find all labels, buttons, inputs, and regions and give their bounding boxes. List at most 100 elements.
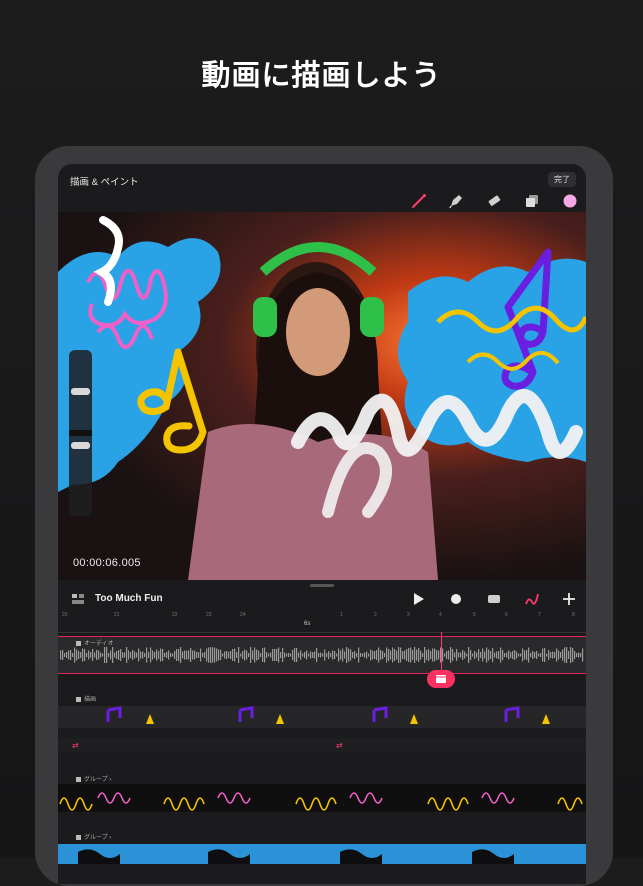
pen-icon[interactable] <box>447 192 465 210</box>
waveform-bar <box>64 653 66 657</box>
waveform-bar <box>418 648 420 662</box>
transition-track[interactable]: ⇄ ⇄ <box>58 738 586 752</box>
opacity-slider-knob[interactable] <box>71 442 90 449</box>
waveform-bar <box>120 649 122 661</box>
waveform-bar <box>526 650 528 660</box>
waveform-bar <box>540 653 542 657</box>
transition-markers: ⇄ ⇄ <box>72 741 343 750</box>
drawing-track[interactable] <box>58 706 586 728</box>
track-checkbox[interactable] <box>76 776 81 782</box>
waveform-bar <box>170 653 172 657</box>
waveform-bar <box>410 647 412 663</box>
layers-icon[interactable] <box>523 192 541 210</box>
waveform-bar <box>488 649 490 661</box>
audio-waveform <box>60 647 584 663</box>
waveform-bar <box>310 651 312 659</box>
waveform-bar <box>558 650 560 660</box>
waveform-bar <box>450 647 452 663</box>
waveform-bar <box>296 648 298 662</box>
color-swatch[interactable] <box>561 192 579 210</box>
waveform-bar <box>538 653 540 657</box>
waveform-bar <box>554 652 556 658</box>
track-checkbox[interactable] <box>76 834 81 840</box>
waveform-bar <box>174 651 176 659</box>
waveform-bar <box>462 650 464 660</box>
add-icon[interactable] <box>561 591 577 607</box>
waveform-bar <box>192 650 194 660</box>
waveform-bar <box>556 648 558 662</box>
waveform-bar <box>136 652 138 658</box>
play-icon[interactable] <box>410 591 426 607</box>
size-slider-knob[interactable] <box>71 388 90 395</box>
waveform-bar <box>72 653 74 657</box>
grid-icon[interactable] <box>70 591 86 607</box>
waveform-bar <box>82 648 84 662</box>
waveform-bar <box>118 650 120 660</box>
waveform-bar <box>300 650 302 660</box>
waveform-bar <box>512 651 514 659</box>
waveform-bar <box>288 653 290 657</box>
waveform-bar <box>280 652 282 658</box>
playhead[interactable] <box>441 632 442 672</box>
waveform-bar <box>260 653 262 657</box>
waveform-bar <box>228 652 230 658</box>
brush-icon[interactable] <box>410 192 428 210</box>
panel-grabber[interactable] <box>310 584 334 587</box>
timeline-ruler[interactable]: 20 21 22 23 24 1 2 3 4 5 6 7 8 6s <box>58 612 586 633</box>
waveform-bar <box>188 650 190 660</box>
waveform-bar <box>326 653 328 657</box>
waveform-bar <box>160 648 162 662</box>
waveform-bar <box>470 650 472 660</box>
waveform-bar <box>150 647 152 663</box>
audio-track[interactable] <box>58 636 586 674</box>
video-canvas[interactable]: 00:00:06.005 <box>58 212 586 580</box>
group-track-2[interactable] <box>58 844 586 864</box>
playhead-handle[interactable] <box>427 670 455 688</box>
record-icon[interactable] <box>448 591 464 607</box>
draw-mode-icon[interactable] <box>524 591 540 607</box>
waveform-bar <box>284 652 286 658</box>
waveform-bar <box>254 647 256 663</box>
waveform-bar <box>232 649 234 661</box>
waveform-bar <box>74 647 76 663</box>
waveform-bar <box>196 652 198 658</box>
waveform-bar <box>98 650 100 660</box>
screen-title: 描画 & ペイント <box>70 177 139 188</box>
waveform-bar <box>122 652 124 658</box>
waveform-bar <box>200 648 202 662</box>
eraser-icon[interactable] <box>485 192 503 210</box>
waveform-bar <box>468 647 470 663</box>
waveform-bar <box>486 647 488 663</box>
track-checkbox[interactable] <box>76 640 81 646</box>
waveform-bar <box>246 650 248 660</box>
waveform-bar <box>116 651 118 659</box>
waveform-bar <box>262 648 264 662</box>
waveform-bar <box>364 652 366 658</box>
group-track-1[interactable] <box>58 784 586 812</box>
waveform-bar <box>102 653 104 657</box>
waveform-bar <box>186 650 188 660</box>
waveform-bar <box>376 650 378 660</box>
brush-size-slider[interactable] <box>69 350 92 516</box>
top-bar: 描画 & ペイント 完了 <box>58 164 586 194</box>
track-checkbox[interactable] <box>76 696 81 702</box>
waveform-bar <box>304 652 306 658</box>
waveform-bar <box>92 649 94 661</box>
waveform-bar <box>80 652 82 658</box>
waveform-bar <box>384 653 386 657</box>
waveform-bar <box>108 653 110 657</box>
clip-icon[interactable] <box>486 591 502 607</box>
waveform-bar <box>524 650 526 660</box>
waveform-bar <box>334 651 336 659</box>
done-button[interactable]: 完了 <box>548 172 576 187</box>
track-label-group-2: グループ › <box>76 832 111 841</box>
waveform-bar <box>244 649 246 661</box>
waveform-bar <box>162 649 164 661</box>
waveform-bar <box>194 650 196 660</box>
waveform-bar <box>340 650 342 660</box>
waveform-bar <box>152 650 154 660</box>
waveform-bar <box>578 652 580 658</box>
waveform-bar <box>154 652 156 658</box>
waveform-bar <box>104 647 106 663</box>
waveform-bar <box>218 649 220 661</box>
